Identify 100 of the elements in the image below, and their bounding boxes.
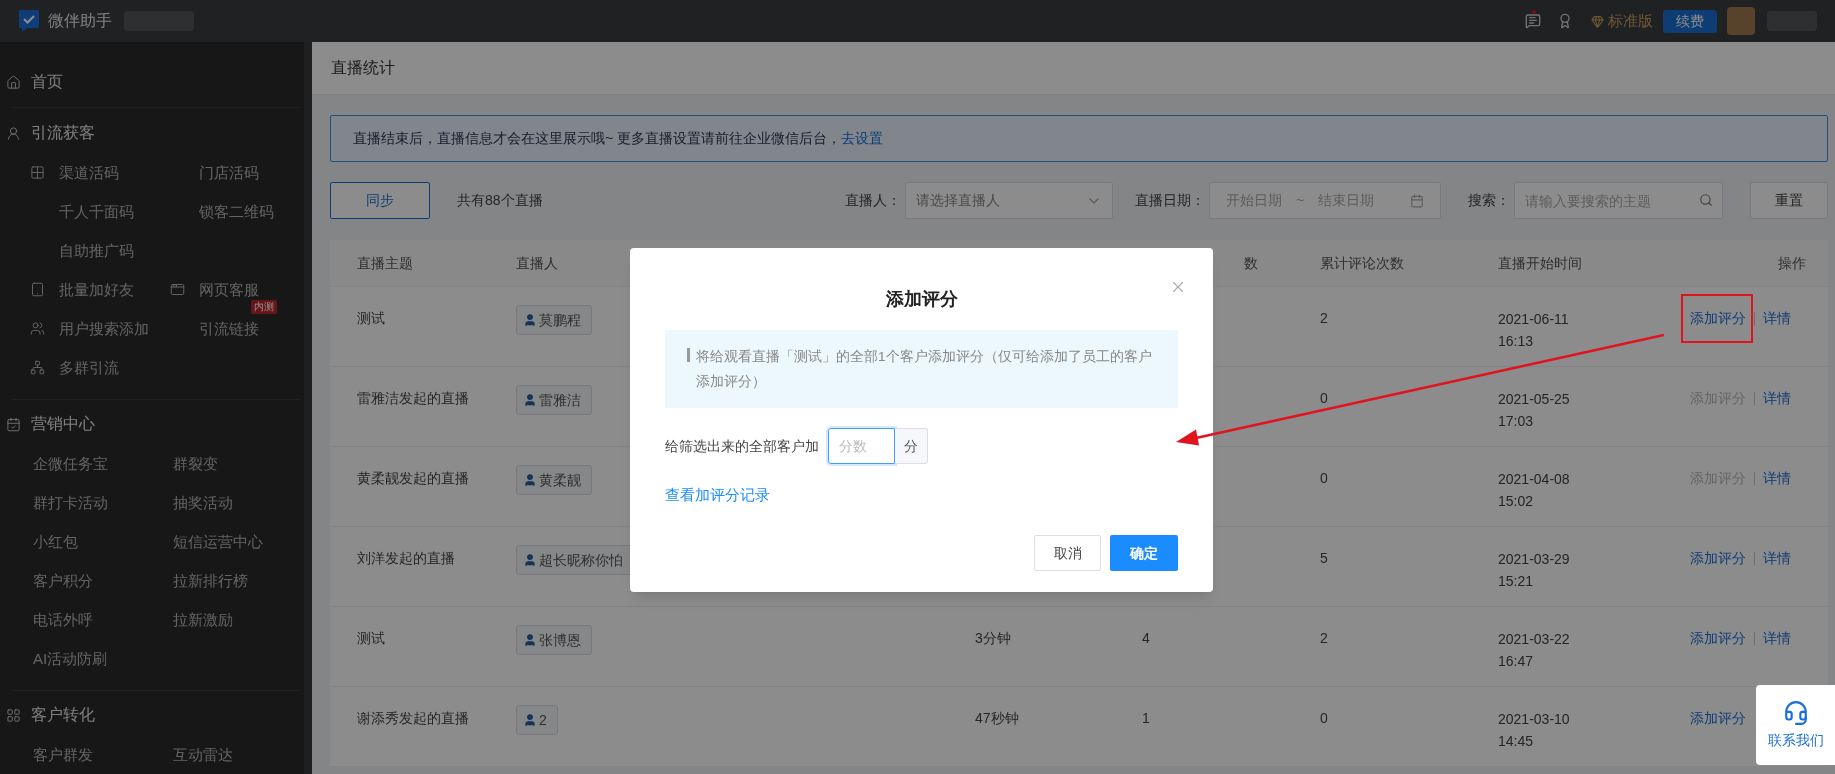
- sidebar-item[interactable]: 企微任务宝: [33, 454, 108, 472]
- action-link[interactable]: 详情: [1763, 550, 1791, 566]
- field-label: 给筛选出来的全部客户加: [665, 436, 819, 456]
- sidebar-item[interactable]: 互动雷达: [172, 745, 233, 763]
- sidebar-item[interactable]: 门店活码: [199, 163, 259, 181]
- tablet-icon: [30, 282, 45, 297]
- streamer-tag: 黄柔靓: [516, 465, 592, 495]
- sidebar-item[interactable]: 电话外呼: [33, 610, 93, 628]
- user-icon: [6, 125, 21, 141]
- table-cell-text: 2021-03-10: [1498, 710, 1571, 729]
- sidebar-item[interactable]: 抽奖活动: [172, 493, 233, 511]
- action-link[interactable]: 详情: [1763, 390, 1791, 406]
- scrollbar[interactable]: [304, 42, 312, 774]
- sidebar-item[interactable]: 群裂变: [172, 454, 218, 472]
- table-cell-text: 2021-05-25: [1498, 390, 1571, 409]
- edition-label: 标准版: [1608, 10, 1653, 31]
- action-link[interactable]: 添加评分: [1690, 550, 1746, 566]
- action-link[interactable]: 详情: [1763, 310, 1791, 326]
- reset-button[interactable]: 重置: [1750, 182, 1828, 219]
- user-icon: [523, 553, 537, 567]
- table-cell-text: 测试: [357, 629, 386, 648]
- table-cell-text: 黄柔靓发起的直播: [357, 469, 470, 488]
- table-cell-text: 47秒钟: [975, 709, 1020, 728]
- table-cell-text: 2: [1320, 629, 1329, 648]
- column-header: 数: [1243, 253, 1259, 273]
- table-cell-text: 4: [1142, 629, 1151, 648]
- sidebar-item[interactable]: 客户积分: [33, 571, 93, 589]
- settings-link[interactable]: 去设置: [841, 128, 884, 149]
- sidebar-item[interactable]: 网页客服: [199, 280, 259, 298]
- action-link[interactable]: 添加评分: [1690, 630, 1746, 646]
- sidebar-item[interactable]: 用户搜索添加: [59, 319, 149, 337]
- home-icon: [6, 74, 21, 90]
- grid-icon: [6, 707, 21, 723]
- beta-badge: 内测: [251, 299, 277, 314]
- action-link[interactable]: 添加评分: [1690, 710, 1746, 726]
- sidebar-item[interactable]: 渠道活码: [59, 163, 119, 181]
- table-cell-text: 2021-06-11: [1498, 310, 1570, 329]
- sidebar-section-title[interactable]: 营销中心: [31, 412, 95, 436]
- users-icon: [30, 321, 45, 336]
- nodes-icon: [30, 360, 45, 375]
- confirm-button[interactable]: 确定: [1110, 535, 1178, 571]
- streamer-select[interactable]: 请选择直播人: [905, 182, 1113, 219]
- table-cell-text: 雷雅洁发起的直播: [357, 389, 470, 408]
- sidebar-item[interactable]: 自助推广码: [59, 241, 134, 259]
- table-cell-text: 14:45: [1498, 732, 1535, 751]
- sidebar-item[interactable]: 小红包: [33, 532, 78, 550]
- user-icon: [523, 313, 537, 327]
- app-name: 微伴助手: [48, 11, 112, 31]
- column-header: 累计评论次数: [1320, 253, 1405, 273]
- sidebar-item[interactable]: 短信运营中心: [172, 532, 263, 550]
- notice-text: 直播结束后，直播信息才会在这里展示哦~ 更多直播设置请前往企业微信后台，: [353, 129, 842, 148]
- unit-label: 分: [895, 428, 928, 464]
- streamer-tag: 张博恩: [516, 625, 592, 655]
- sidebar-item[interactable]: 拉新排行榜: [172, 571, 248, 589]
- window-icon: [170, 282, 185, 297]
- medal-icon[interactable]: [1557, 13, 1573, 29]
- table-cell-text: 谢添秀发起的直播: [357, 709, 470, 728]
- diamond-icon: [1591, 14, 1604, 28]
- table-cell-text: 3分钟: [975, 629, 1012, 648]
- table-cell-text: 0: [1320, 469, 1329, 488]
- sidebar-item[interactable]: 锁客二维码: [199, 202, 274, 220]
- user-icon: [523, 633, 537, 647]
- action-link[interactable]: 添加评分: [1690, 310, 1746, 326]
- action-link[interactable]: 详情: [1763, 470, 1791, 486]
- column-header: 直播主题: [357, 253, 414, 273]
- contact-widget[interactable]: 联系我们: [1756, 685, 1835, 765]
- column-header: 操作: [1777, 253, 1807, 273]
- sidebar-item[interactable]: 拉新激励: [172, 610, 233, 628]
- renew-button[interactable]: 续费: [1663, 9, 1717, 33]
- filter-label: 直播日期：: [1135, 191, 1205, 210]
- table-cell-text: 刘洋发起的直播: [357, 549, 456, 568]
- contact-label: 联系我们: [1767, 730, 1824, 750]
- table-cell-text: 17:03: [1498, 412, 1535, 431]
- table-cell-text: 0: [1320, 709, 1329, 728]
- streamer-tag: 2: [516, 705, 558, 735]
- table-cell-text: 0: [1320, 389, 1329, 408]
- sidebar-item[interactable]: 群打卡活动: [33, 493, 108, 511]
- action-link[interactable]: 详情: [1763, 630, 1791, 646]
- table-cell-text: 1: [1142, 709, 1151, 728]
- sidebar-section-title[interactable]: 引流获客: [31, 121, 95, 145]
- sidebar-item[interactable]: 客户群发: [33, 745, 93, 763]
- avatar[interactable]: [1727, 7, 1755, 35]
- message-icon[interactable]: [1525, 13, 1541, 29]
- sidebar-item[interactable]: AI活动防刷: [33, 649, 108, 667]
- sidebar-section-title[interactable]: 客户转化: [31, 703, 95, 727]
- sidebar-item[interactable]: 千人千面码: [59, 202, 134, 220]
- column-header: 直播人: [516, 253, 559, 273]
- search-icon: [1699, 193, 1713, 207]
- score-records-link[interactable]: 查看加评分记录: [665, 484, 770, 507]
- score-input[interactable]: 分数: [828, 428, 895, 464]
- sidebar-item[interactable]: 多群引流: [59, 358, 119, 376]
- table-cell-text: 2: [1320, 309, 1329, 328]
- table-cell-text: 15:21: [1498, 572, 1535, 591]
- sync-button[interactable]: 同步: [330, 182, 430, 219]
- cancel-button[interactable]: 取消: [1034, 535, 1101, 571]
- table-cell-text: 2021-03-29: [1498, 550, 1571, 569]
- sidebar-item[interactable]: 批量加好友: [59, 280, 134, 298]
- sidebar-item[interactable]: 引流链接: [199, 319, 259, 337]
- filter-label: 搜索：: [1468, 191, 1510, 210]
- sidebar-section-title[interactable]: 首页: [31, 70, 63, 94]
